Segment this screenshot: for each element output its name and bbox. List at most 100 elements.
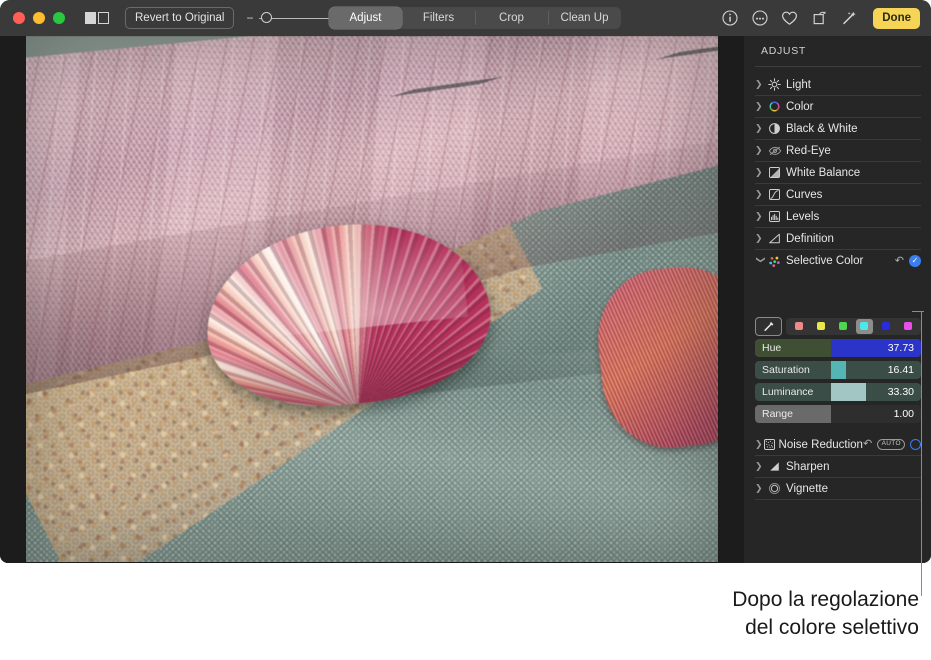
chevron-right-icon[interactable]: ❯: [755, 146, 766, 155]
reset-adjustment-icon[interactable]: ↶: [863, 439, 872, 450]
slider-hue-value: 37.73: [888, 342, 914, 354]
adjust-sidebar: ADJUST ❯ Light ❯ Color ❯ Black & White: [744, 36, 931, 563]
more-options-icon[interactable]: [751, 10, 768, 27]
sidebar-item-selective-color-label: Selective Color: [786, 255, 863, 267]
slider-range-value: 1.00: [894, 408, 914, 420]
eye-slash-icon: [766, 144, 783, 158]
noise-reduction-enabled-toggle[interactable]: [910, 439, 921, 450]
slider-luminance-fill: [831, 383, 866, 401]
sidebar-item-light-label: Light: [786, 79, 811, 91]
sidebar-item-levels-label: Levels: [786, 211, 819, 223]
color-wheel-icon: [766, 100, 783, 114]
info-icon[interactable]: [721, 10, 738, 27]
swatch-cyan[interactable]: [856, 319, 873, 334]
white-balance-icon: [766, 166, 783, 180]
done-label: Done: [882, 12, 911, 24]
selective-color-swatch-row: [755, 317, 921, 335]
slider-saturation-fill: [831, 361, 846, 379]
chevron-right-icon[interactable]: ❯: [755, 190, 766, 199]
levels-icon: [766, 210, 783, 224]
vignette-icon: [766, 482, 783, 496]
revert-to-original-label: Revert to Original: [135, 12, 224, 24]
selective-color-enabled-toggle[interactable]: ✓: [909, 255, 921, 267]
slider-saturation-label: Saturation: [762, 364, 810, 376]
sidebar-item-levels[interactable]: ❯ Levels: [755, 206, 921, 228]
zoom-slider-knob[interactable]: [261, 12, 272, 23]
revert-to-original-button[interactable]: Revert to Original: [125, 7, 234, 29]
sidebar-title-divider: [755, 66, 921, 67]
chevron-down-icon[interactable]: ❯: [756, 256, 765, 267]
sidebar-item-color-label: Color: [786, 101, 813, 113]
sidebar-item-white-balance[interactable]: ❯ White Balance: [755, 162, 921, 184]
favorite-heart-icon[interactable]: [781, 10, 798, 27]
slider-range[interactable]: Range 1.00: [755, 405, 921, 423]
sidebar-item-definition[interactable]: ❯ Definition: [755, 228, 921, 250]
chevron-right-icon[interactable]: ❯: [755, 462, 766, 471]
toolbar-right-actions: Done: [721, 0, 920, 36]
tab-filters-label: Filters: [423, 12, 454, 24]
chevron-right-icon[interactable]: ❯: [755, 440, 763, 449]
slider-hue-label: Hue: [762, 342, 781, 354]
sun-icon: [766, 78, 783, 92]
slider-saturation[interactable]: Saturation 16.41: [755, 361, 921, 379]
swatch-blue[interactable]: [878, 319, 895, 334]
swatch-green[interactable]: [834, 319, 851, 334]
sidebar-title: ADJUST: [761, 45, 806, 57]
slider-saturation-value: 16.41: [888, 364, 914, 376]
auto-enhance-wand-icon[interactable]: [841, 10, 858, 27]
swatch-red[interactable]: [790, 319, 807, 334]
auto-button[interactable]: AUTO: [877, 439, 905, 450]
selective-color-icon: [766, 254, 783, 268]
callout-leader-vertical: [921, 311, 922, 596]
chevron-right-icon[interactable]: ❯: [755, 212, 766, 221]
figure-caption-line-1: Dopo la regolazione: [499, 586, 919, 614]
rotate-icon[interactable]: [811, 10, 828, 27]
zoom-button[interactable]: [53, 12, 65, 24]
done-button[interactable]: Done: [873, 8, 920, 29]
reset-adjustment-icon[interactable]: ↶: [895, 256, 904, 267]
tab-filters[interactable]: Filters: [402, 7, 475, 29]
compare-original-toggle[interactable]: [85, 12, 109, 24]
sidebar-item-sharpen[interactable]: ❯ Sharpen: [755, 456, 921, 478]
chevron-right-icon[interactable]: ❯: [755, 80, 766, 89]
sidebar-item-selective-color[interactable]: ❯ Selective Color ↶ ✓: [755, 250, 921, 272]
window-toolbar: Revert to Original − + Adjust Filters Cr…: [0, 0, 931, 36]
chevron-right-icon[interactable]: ❯: [755, 102, 766, 111]
sidebar-item-red-eye[interactable]: ❯ Red-Eye: [755, 140, 921, 162]
figure-caption-line-2: del colore selettivo: [499, 614, 919, 642]
chevron-right-icon[interactable]: ❯: [755, 124, 766, 133]
chevron-right-icon[interactable]: ❯: [755, 484, 766, 493]
half-circle-icon: [766, 122, 783, 136]
traffic-lights: [13, 12, 65, 24]
slider-luminance[interactable]: Luminance 33.30: [755, 383, 921, 401]
close-button[interactable]: [13, 12, 25, 24]
eyedropper-tool[interactable]: [755, 317, 782, 336]
sidebar-item-white-balance-label: White Balance: [786, 167, 860, 179]
tab-clean-up[interactable]: Clean Up: [548, 7, 621, 29]
tab-crop[interactable]: Crop: [475, 7, 548, 29]
tab-adjust-label: Adjust: [350, 12, 382, 24]
slider-hue[interactable]: Hue 37.73: [755, 339, 921, 357]
edited-photo[interactable]: [26, 36, 718, 562]
swatch-yellow[interactable]: [812, 319, 829, 334]
slider-range-label: Range: [762, 408, 793, 420]
chevron-right-icon[interactable]: ❯: [755, 168, 766, 177]
sidebar-item-black-and-white-label: Black & White: [786, 123, 858, 135]
sidebar-item-noise-reduction[interactable]: ❯ Noise Reduction ↶ AUTO: [755, 434, 921, 456]
sidebar-item-noise-reduction-label: Noise Reduction: [779, 439, 863, 451]
tab-adjust[interactable]: Adjust: [329, 7, 402, 29]
chevron-right-icon[interactable]: ❯: [755, 234, 766, 243]
sidebar-item-curves[interactable]: ❯ Curves: [755, 184, 921, 206]
tab-crop-label: Crop: [499, 12, 524, 24]
sidebar-item-light[interactable]: ❯ Light: [755, 74, 921, 96]
sidebar-item-color[interactable]: ❯ Color: [755, 96, 921, 118]
photos-editor-window: Revert to Original − + Adjust Filters Cr…: [0, 0, 931, 563]
zoom-out-icon[interactable]: −: [246, 12, 253, 24]
figure-caption: Dopo la regolazione del colore selettivo: [499, 586, 919, 641]
sidebar-item-vignette[interactable]: ❯ Vignette: [755, 478, 921, 500]
swatch-magenta[interactable]: [900, 319, 917, 334]
sidebar-item-definition-label: Definition: [786, 233, 834, 245]
sidebar-item-black-and-white[interactable]: ❯ Black & White: [755, 118, 921, 140]
minimize-button[interactable]: [33, 12, 45, 24]
photo-scallop-shell: [197, 211, 498, 419]
